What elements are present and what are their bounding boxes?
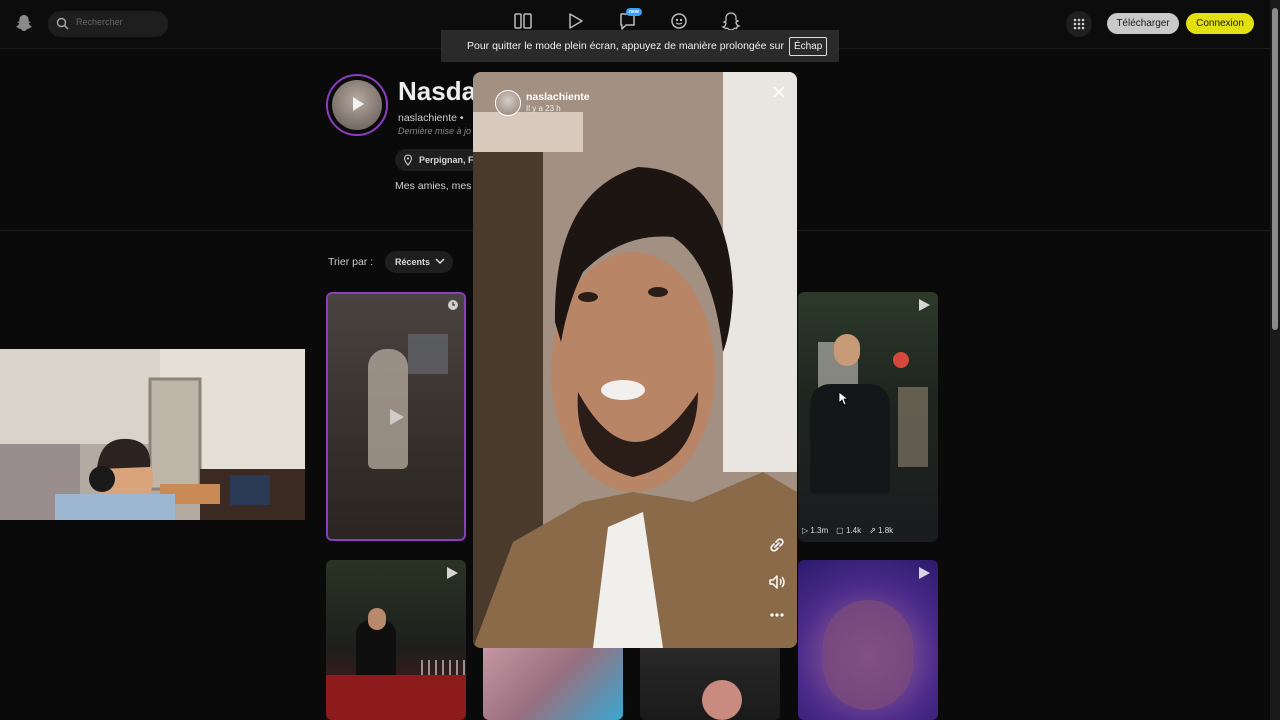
search-bar[interactable] [48, 11, 168, 37]
profile-bio: Mes amies, mes [395, 180, 472, 192]
ghost-icon[interactable] [720, 10, 742, 32]
tile-face [834, 334, 860, 366]
story-viewer[interactable]: naslachiente Il y a 23 h [473, 72, 797, 648]
location-label: Perpignan, Fr [419, 155, 478, 165]
last-updated: Dernière mise à jo [398, 126, 472, 136]
tile-carpet [326, 675, 466, 720]
play-icon [919, 299, 930, 311]
story-image [473, 72, 797, 648]
spotlight-play-icon[interactable] [564, 10, 586, 32]
login-button[interactable]: Connexion [1186, 13, 1254, 34]
snapchat-logo-icon[interactable] [14, 13, 34, 33]
tile-jersey [810, 384, 890, 494]
spotlight-tile[interactable] [640, 640, 780, 720]
profile-avatar[interactable] [326, 74, 388, 136]
grid-icon [1073, 18, 1085, 30]
tile-face [368, 608, 386, 630]
play-icon [447, 567, 458, 579]
webcam-image [0, 349, 305, 520]
spotlight-tile[interactable]: ▷ 1.3m ▢ 1.4k ⇗ 1.8k [798, 292, 938, 542]
location-badge: Perpignan, Fr [395, 149, 486, 171]
scrollbar[interactable] [1270, 0, 1280, 720]
escape-key: Échap [788, 36, 828, 56]
apps-grid-button[interactable] [1066, 11, 1092, 37]
profile-username: naslachiente • [398, 112, 464, 124]
spotlight-tile[interactable] [326, 560, 466, 720]
story-username[interactable]: naslachiente [526, 91, 590, 103]
clock-icon [448, 300, 458, 310]
tile-face [823, 600, 913, 710]
toast-message: Pour quitter le mode plein écran, appuye… [467, 40, 784, 52]
search-icon [56, 17, 69, 30]
story-time: Il y a 23 h [526, 104, 561, 113]
tile-face [702, 680, 742, 720]
spotlight-tile[interactable] [798, 560, 938, 720]
new-badge: new [626, 8, 642, 16]
mouse-cursor-icon [838, 391, 848, 406]
lenses-icon[interactable] [668, 10, 690, 32]
tile-sign [893, 352, 909, 368]
fullscreen-toast: Pour quitter le mode plein écran, appuye… [441, 30, 839, 62]
volume-icon[interactable] [767, 572, 787, 592]
webcam-overlay [0, 349, 305, 520]
sort-dropdown[interactable]: Récents [385, 251, 453, 273]
stories-icon[interactable] [512, 10, 534, 32]
avatar [332, 80, 382, 130]
tile-stats: ▷ 1.3m ▢ 1.4k ⇗ 1.8k [802, 526, 893, 535]
play-icon [390, 409, 404, 425]
comments-stat: ▢ 1.4k [836, 526, 862, 535]
spotlight-tile[interactable] [483, 640, 623, 720]
play-icon [919, 567, 930, 579]
views-stat: ▷ 1.3m [802, 526, 829, 535]
sort-selected: Récents [395, 257, 431, 267]
play-icon [353, 97, 364, 111]
search-input[interactable] [74, 16, 166, 28]
close-icon[interactable] [769, 82, 789, 102]
sort-label: Trier par : [328, 256, 374, 268]
story-avatar[interactable] [495, 90, 521, 116]
link-icon[interactable] [767, 535, 787, 555]
story-tile[interactable] [326, 292, 466, 541]
location-pin-icon [403, 154, 413, 166]
chevron-down-icon [435, 258, 445, 265]
scrollbar-thumb[interactable] [1272, 8, 1278, 330]
tile-screen [408, 334, 448, 374]
shares-stat: ⇗ 1.8k [869, 526, 894, 535]
more-options-icon[interactable] [767, 605, 787, 625]
download-button[interactable]: Télécharger [1107, 13, 1179, 34]
tile-crowd [898, 387, 928, 467]
